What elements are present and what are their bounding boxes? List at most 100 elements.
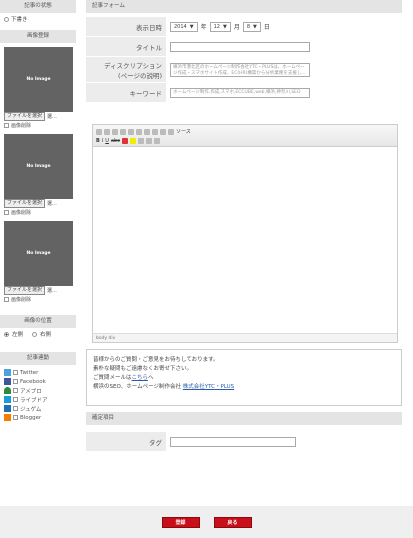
strike-button[interactable]: abc — [111, 138, 120, 144]
dropdown-arrow-icon: ▼ — [222, 23, 227, 30]
checkbox-icon[interactable] — [4, 122, 9, 128]
file-name: 選... — [47, 288, 57, 294]
sns-twitter[interactable]: Twitter — [0, 368, 76, 377]
editor-status-bar: body div — [93, 333, 397, 342]
delete-image-checkbox[interactable]: 画像削除 — [0, 295, 76, 303]
redo-icon[interactable] — [104, 128, 110, 135]
image-header: 画像登録 — [0, 30, 76, 43]
cut-icon[interactable] — [112, 128, 118, 135]
font-color-icon[interactable] — [121, 137, 128, 144]
checkbox-icon[interactable] — [13, 370, 18, 375]
description-sublabel: (ページの説明) — [118, 71, 162, 80]
back-button[interactable]: 戻る — [213, 516, 252, 528]
file-input[interactable]: ファイルを選択 選... — [0, 112, 76, 121]
choose-file-button[interactable]: ファイルを選択 — [4, 286, 46, 295]
editor-toolbar: ソース B I U abc — [93, 125, 397, 147]
month-select[interactable]: 12 ▼ — [209, 21, 231, 32]
file-input[interactable]: ファイルを選択 選... — [0, 199, 76, 208]
article-form: 記事フォーム 表示日時 2014 ▼ 年 12 ▼ 月 8 ▼ 日 タイトル ディスク… — [86, 0, 402, 103]
image-icon[interactable] — [136, 128, 142, 135]
company-link[interactable]: 株式会社YTC・PLUS — [183, 384, 234, 390]
checkbox-icon[interactable] — [13, 406, 18, 411]
contact-link[interactable]: こちら — [132, 375, 149, 381]
dropdown-arrow-icon: ▼ — [189, 23, 194, 30]
facebook-icon — [4, 378, 11, 385]
jugem-icon — [4, 405, 11, 412]
confirm-section: 確定項目 — [86, 412, 402, 425]
italic-button[interactable]: I — [102, 138, 103, 144]
blogger-icon — [4, 414, 11, 421]
checkbox-icon[interactable] — [13, 379, 18, 384]
sns-facebook[interactable]: Facebook — [0, 377, 76, 386]
description-row: ディスクリプション (ページの説明) 横浜市港北区のホームページ制作会社YTC・… — [86, 57, 402, 83]
status-header: 記事の状態 — [0, 0, 76, 13]
status-option-label: 下書き — [11, 17, 28, 23]
radio-icon[interactable] — [4, 16, 9, 22]
bold-button[interactable]: B — [96, 138, 100, 144]
link-icon[interactable] — [144, 128, 150, 135]
year-select[interactable]: 2014 ▼ — [170, 21, 198, 32]
checkbox-icon[interactable] — [13, 388, 18, 393]
image-placeholder: No Image — [4, 221, 73, 286]
paste-icon[interactable] — [128, 128, 134, 135]
left-column: 記事の状態 下書き 画像登録 No Image ファイルを選択 選... 画像削… — [0, 0, 76, 422]
ameblo-icon — [4, 387, 11, 394]
tag-input[interactable] — [170, 436, 296, 447]
image-position-group: 左側 右側 — [0, 328, 76, 340]
choose-file-button[interactable]: ファイルを選択 — [4, 199, 46, 208]
description-textarea[interactable]: 横浜市港北区のホームページ制作会社YTC・PLUSは、ホームページ作成・スマホサ… — [170, 62, 310, 77]
date-row: 表示日時 2014 ▼ 年 12 ▼ 月 8 ▼ 日 — [86, 17, 402, 37]
register-button[interactable]: 登録 — [161, 516, 200, 528]
undo-icon[interactable] — [96, 128, 102, 135]
sns-ameblo[interactable]: アメブロ — [0, 386, 76, 395]
copy-icon[interactable] — [120, 128, 126, 135]
sns-jugem[interactable]: ジュゲム — [0, 404, 76, 413]
align-left-icon[interactable] — [137, 137, 144, 144]
align-right-icon[interactable] — [153, 137, 160, 144]
sns-livedoor[interactable]: ライブドア — [0, 395, 76, 404]
action-bar: 登録 戻る — [0, 506, 413, 538]
checkbox-icon[interactable] — [4, 209, 9, 215]
choose-file-button[interactable]: ファイルを選択 — [4, 112, 46, 121]
delete-label: 画像削除 — [11, 296, 32, 303]
align-center-icon[interactable] — [145, 137, 152, 144]
delete-image-checkbox[interactable]: 画像削除 — [0, 121, 76, 129]
table-icon[interactable] — [152, 128, 158, 135]
file-name: 選... — [47, 114, 57, 120]
tag-row: タグ — [86, 432, 402, 452]
title-input[interactable] — [170, 41, 310, 52]
checkbox-icon[interactable] — [13, 415, 18, 420]
day-select[interactable]: 8 ▼ — [242, 21, 261, 32]
confirm-header: 確定項目 — [86, 412, 402, 425]
file-name: 選... — [47, 201, 57, 207]
keyword-row: キーワード ホームページ制作,作成,スマホ,ECCUBE,web,横浜,神奈川,… — [86, 83, 402, 103]
bg-color-icon[interactable] — [129, 137, 136, 144]
radio-left-icon[interactable] — [4, 331, 9, 337]
status-option-draft[interactable]: 下書き — [0, 13, 76, 25]
rich-text-editor[interactable]: ソース B I U abc body div — [92, 124, 398, 343]
description-label: ディスクリプション — [103, 61, 162, 70]
position-left-label: 左側 — [12, 332, 24, 338]
checkbox-icon[interactable] — [4, 296, 9, 302]
image-placeholder: No Image — [4, 134, 73, 199]
hr-icon[interactable] — [160, 128, 166, 135]
title-label: タイトル — [86, 37, 166, 56]
radio-right-icon[interactable] — [32, 331, 38, 337]
keyword-input[interactable]: ホームページ制作,作成,スマホ,ECCUBE,web,横浜,神奈川,SEO — [170, 87, 310, 98]
twitter-icon — [4, 369, 11, 376]
delete-image-checkbox[interactable]: 画像削除 — [0, 208, 76, 216]
source-button[interactable]: ソース — [176, 128, 191, 135]
position-right-label: 右側 — [40, 332, 52, 338]
file-input[interactable]: ファイルを選択 選... — [0, 286, 76, 295]
delete-label: 画像削除 — [11, 209, 32, 216]
title-row: タイトル — [86, 37, 402, 57]
sns-blogger[interactable]: Blogger — [0, 413, 76, 422]
source-icon[interactable] — [168, 128, 174, 135]
underline-button[interactable]: U — [105, 138, 109, 144]
sns-header: 記事連動 — [0, 352, 76, 365]
form-header: 記事フォーム — [86, 0, 402, 13]
checkbox-icon[interactable] — [13, 397, 18, 402]
keyword-label: キーワード — [86, 83, 166, 102]
image-placeholder: No Image — [4, 47, 73, 112]
delete-label: 画像削除 — [11, 122, 32, 129]
